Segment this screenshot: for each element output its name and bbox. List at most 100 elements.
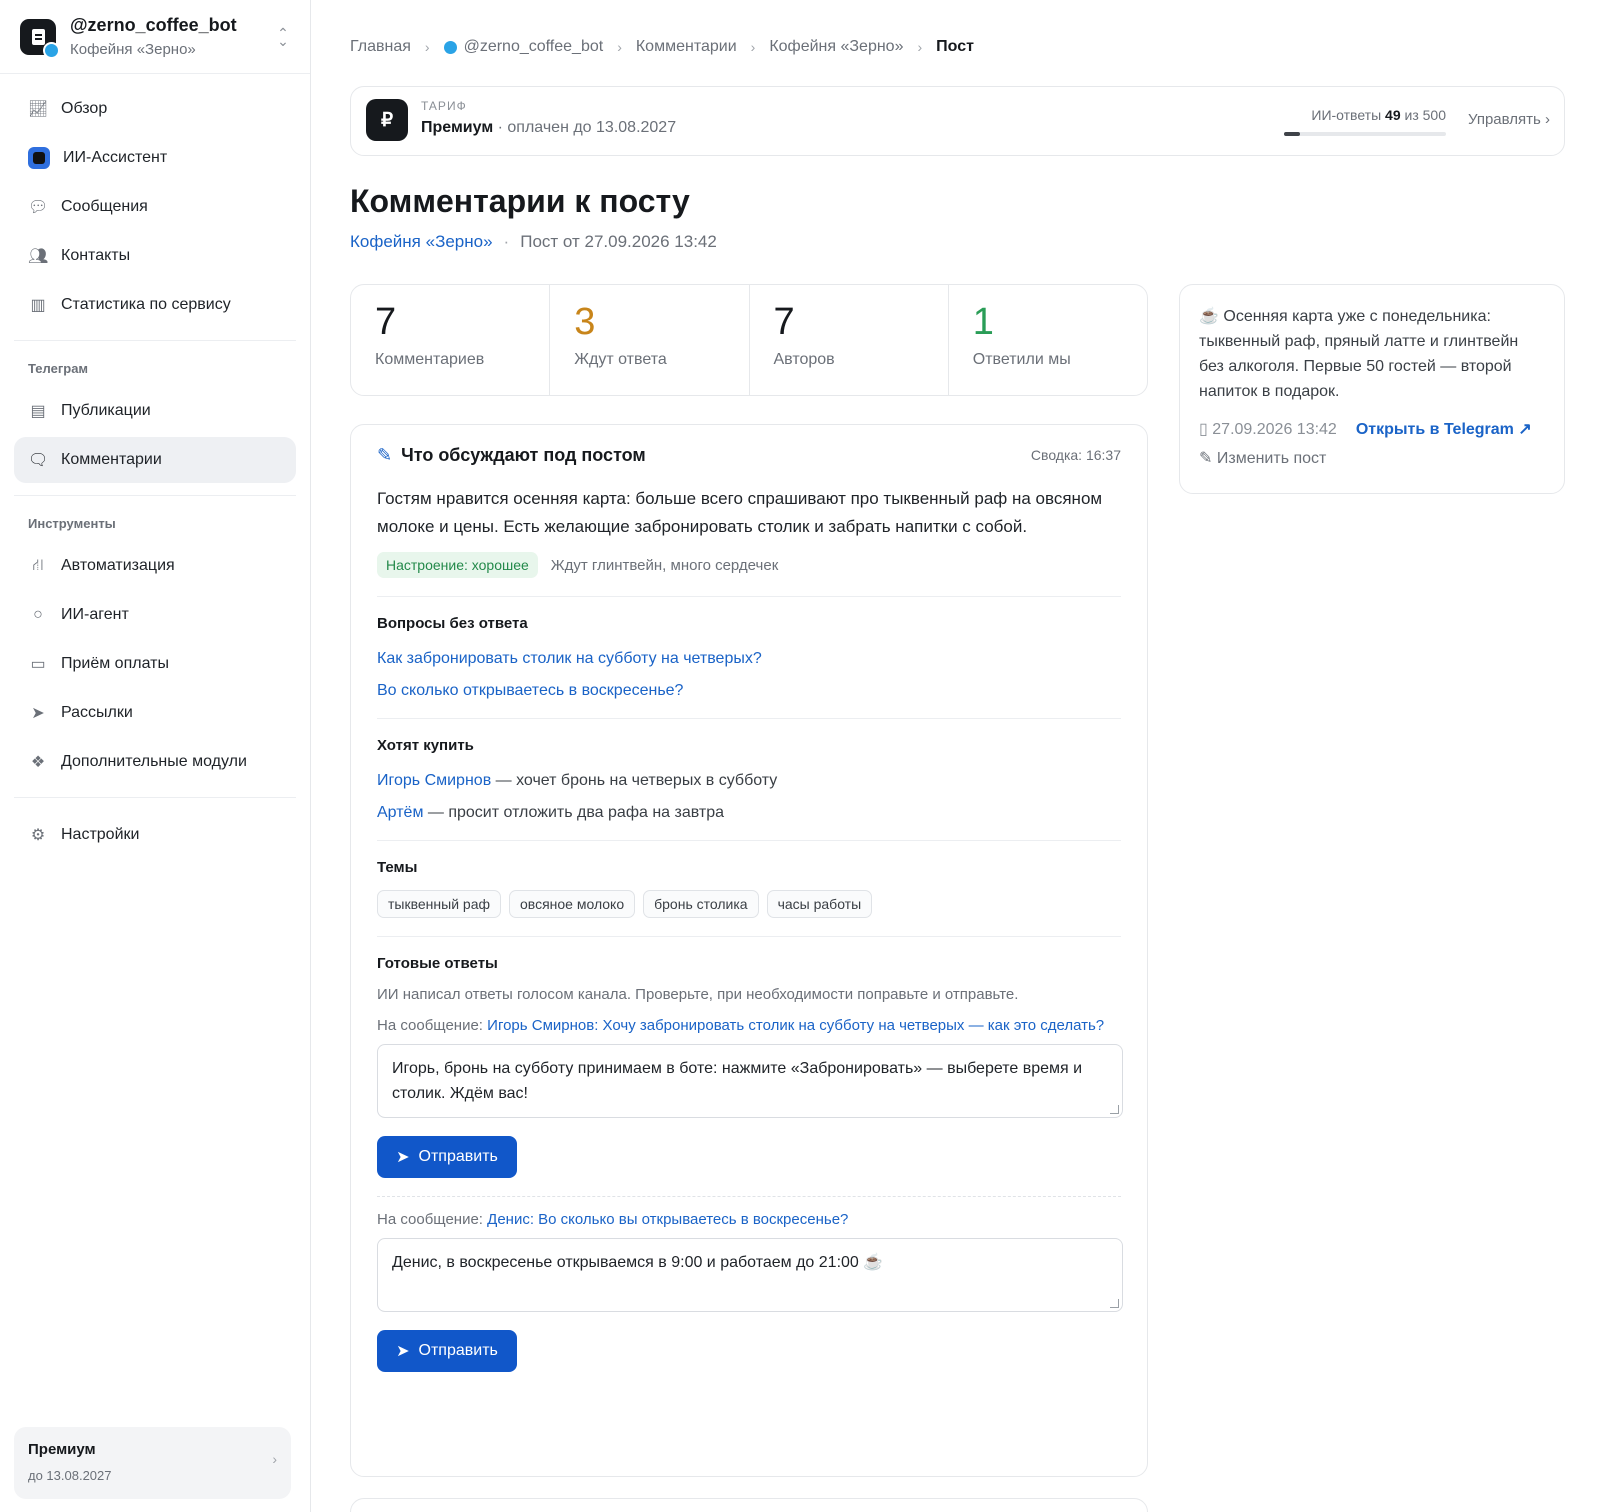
external-link-icon: ↗	[1518, 421, 1532, 438]
divider	[14, 495, 296, 496]
sidebar-item-payments[interactable]: ▭ Приём оплаты	[14, 641, 296, 687]
open-in-telegram-link[interactable]: Открыть в Telegram ↗	[1356, 419, 1532, 439]
chevron-right-icon: ›	[424, 39, 430, 55]
reply-textarea[interactable]: Игорь, бронь на субботу принимаем в боте…	[377, 1044, 1123, 1118]
chevron-right-icon: ›	[272, 1451, 277, 1467]
buyer-text: — просит отложить два рафа на завтра	[423, 804, 725, 821]
send-icon: ➤	[31, 705, 45, 722]
sidebar-item-label: Рассылки	[61, 704, 133, 721]
sidebar-item-mailings[interactable]: ➤ Рассылки	[14, 690, 296, 736]
tariff-paid-until: · оплачен до 13.08.2027	[497, 119, 677, 136]
sidebar-item-label: Обзор	[61, 100, 108, 117]
sidebar-item-publications[interactable]: ▤ Публикации	[14, 388, 296, 434]
telegram-badge-icon	[43, 41, 60, 59]
sidebar-item-label: Сообщения	[61, 198, 148, 215]
bot-avatar	[20, 18, 60, 59]
plan-until: до 13.08.2027	[28, 1468, 112, 1483]
buyer-name-link[interactable]: Артём	[377, 804, 423, 821]
sidebar-item-statistics[interactable]: ▥ Статистика по сервису	[14, 282, 296, 328]
sidebar-item-label: Публикации	[61, 402, 151, 419]
sidebar-item-automation[interactable]: ⛙ Автоматизация	[14, 543, 296, 589]
post-card: ☕ Осенняя карта уже с понедельника: тыкв…	[1179, 284, 1565, 494]
summary-time: Сводка: 16:37	[1030, 447, 1121, 463]
reply-to-message-link[interactable]: Игорь Смирнов: Хочу забронировать столик…	[487, 1017, 1104, 1034]
breadcrumb-channel[interactable]: Кофейня «Зерно»	[769, 38, 903, 56]
comments-icon: 🗨︎	[28, 452, 49, 469]
reply-textarea[interactable]: Денис, в воскресенье открываемся в 9:00 …	[377, 1238, 1123, 1312]
stat-value: 7	[773, 301, 795, 343]
buyer-item: Артём — просит отложить два рафа на завт…	[377, 804, 1121, 822]
cubes-icon: ❖	[30, 754, 46, 771]
breadcrumb-bot[interactable]: @zerno_coffee_bot	[464, 38, 604, 56]
chat-bubbles-icon: 💬︎	[28, 199, 49, 216]
stat-label: Комментариев	[375, 351, 485, 368]
channel-link[interactable]: Кофейня «Зерно»	[350, 232, 493, 252]
sidebar-item-label: ИИ-агент	[61, 606, 129, 623]
sidebar-item-contacts[interactable]: 👥︎ Контакты	[14, 233, 296, 279]
mood-note: Ждут глинтвейн, много сердечек	[550, 556, 779, 574]
divider	[377, 718, 1121, 719]
stat-answered: 1 Ответили мы	[949, 285, 1147, 395]
send-button[interactable]: ➤ Отправить	[377, 1330, 517, 1372]
breadcrumb-home[interactable]: Главная	[350, 38, 411, 56]
gear-icon: ⚙	[30, 827, 46, 844]
stat-value: 1	[972, 301, 994, 343]
send-button[interactable]: ➤ Отправить	[377, 1136, 517, 1178]
manage-tariff-link[interactable]: Управлять ›	[1468, 111, 1550, 128]
plan-card[interactable]: Премиум до 13.08.2027 ›	[14, 1427, 291, 1499]
sidebar-item-ai-agent[interactable]: ○ ИИ-агент	[14, 592, 296, 638]
question-link[interactable]: Как забронировать столик на субботу на ч…	[377, 650, 1121, 668]
stat-authors: 7 Авторов	[750, 285, 949, 395]
sidebar-item-label: Контакты	[61, 247, 131, 264]
topic-chip[interactable]: тыквенный раф	[377, 890, 501, 918]
stat-value: 7	[375, 301, 397, 343]
chevron-updown-icon[interactable]: ⌃ ⌄	[276, 26, 290, 48]
pencil-icon: ✎	[1199, 450, 1213, 467]
topic-chips: тыквенный раф овсяное молоко бронь столи…	[377, 890, 1121, 918]
plan-name: Премиум	[28, 1441, 96, 1458]
sidebar-item-ai-assistant[interactable]: ИИ-Ассистент	[14, 135, 296, 181]
tariff-line: Премиум · оплачен до 13.08.2027	[421, 119, 676, 137]
quota-used: 49	[1385, 107, 1401, 123]
buyer-text: — хочет бронь на четверых в субботу	[491, 772, 778, 789]
ai-quota: ИИ-ответы 49 из 500	[1311, 107, 1446, 123]
mood-badge: Настроение: хорошее	[377, 552, 538, 578]
flow-icon: ⛙	[32, 557, 44, 574]
stats-panel: 7 Комментариев 3 Ждут ответа 7 Авторов 1…	[350, 284, 1148, 396]
summary-card: ✎ Что обсуждают под постом Сводка: 16:37…	[350, 424, 1148, 1477]
divider	[377, 840, 1121, 841]
divider	[377, 596, 1121, 597]
sidebar-item-messages[interactable]: 💬︎ Сообщения	[14, 184, 296, 230]
quota-progress-fill	[1284, 132, 1300, 136]
quota-label: ИИ-ответы	[1311, 107, 1382, 123]
post-meta: ▯ 27.09.2026 13:42 Открыть в Telegram ↗	[1199, 419, 1545, 439]
bot-switcher[interactable]: @zerno_coffee_bot Кофейня «Зерно» ⌃ ⌄	[0, 0, 310, 74]
sidebar-item-modules[interactable]: ❖ Дополнительные модули	[14, 739, 296, 785]
stat-label: Ответили мы	[972, 351, 1071, 368]
breadcrumb-comments[interactable]: Комментарии	[636, 38, 737, 56]
sidebar-item-label: Автоматизация	[61, 557, 175, 574]
next-card	[350, 1498, 1148, 1512]
edit-post-link[interactable]: ✎ Изменить пост	[1199, 448, 1545, 468]
buyer-item: Игорь Смирнов — хочет бронь на четверых …	[377, 772, 1121, 790]
users-icon: 👥︎	[28, 248, 49, 265]
sidebar-item-comments[interactable]: 🗨︎ Комментарии	[14, 437, 296, 483]
topic-chip[interactable]: бронь столика	[643, 890, 759, 918]
reply-to: На сообщение: Денис: Во сколько вы откры…	[377, 1211, 849, 1228]
post-text: ☕ Осенняя карта уже с понедельника: тыкв…	[1199, 308, 1519, 400]
stat-label: Авторов	[773, 351, 835, 368]
breadcrumb: Главная › @zerno_coffee_bot › Комментари…	[350, 38, 974, 56]
topic-chip[interactable]: овсяное молоко	[509, 890, 636, 918]
buyer-name-link[interactable]: Игорь Смирнов	[377, 772, 491, 789]
reply-to-message-link[interactable]: Денис: Во сколько вы открываетесь в воск…	[487, 1211, 848, 1228]
tariff-name: Премиум	[421, 119, 494, 136]
sidebar-item-label: Комментарии	[61, 451, 162, 468]
breadcrumb-current: Пост	[936, 38, 974, 55]
question-link[interactable]: Во сколько открываетесь в воскресенье?	[377, 682, 1121, 700]
topic-chip[interactable]: часы работы	[766, 890, 873, 918]
sidebar-item-overview[interactable]: 📈︎ Обзор	[14, 86, 296, 132]
sidebar-item-label: Приём оплаты	[61, 655, 169, 672]
divider	[377, 936, 1121, 937]
sidebar-item-settings[interactable]: ⚙ Настройки	[14, 812, 296, 858]
replies-note: ИИ написал ответы голосом канала. Провер…	[377, 986, 1019, 1003]
